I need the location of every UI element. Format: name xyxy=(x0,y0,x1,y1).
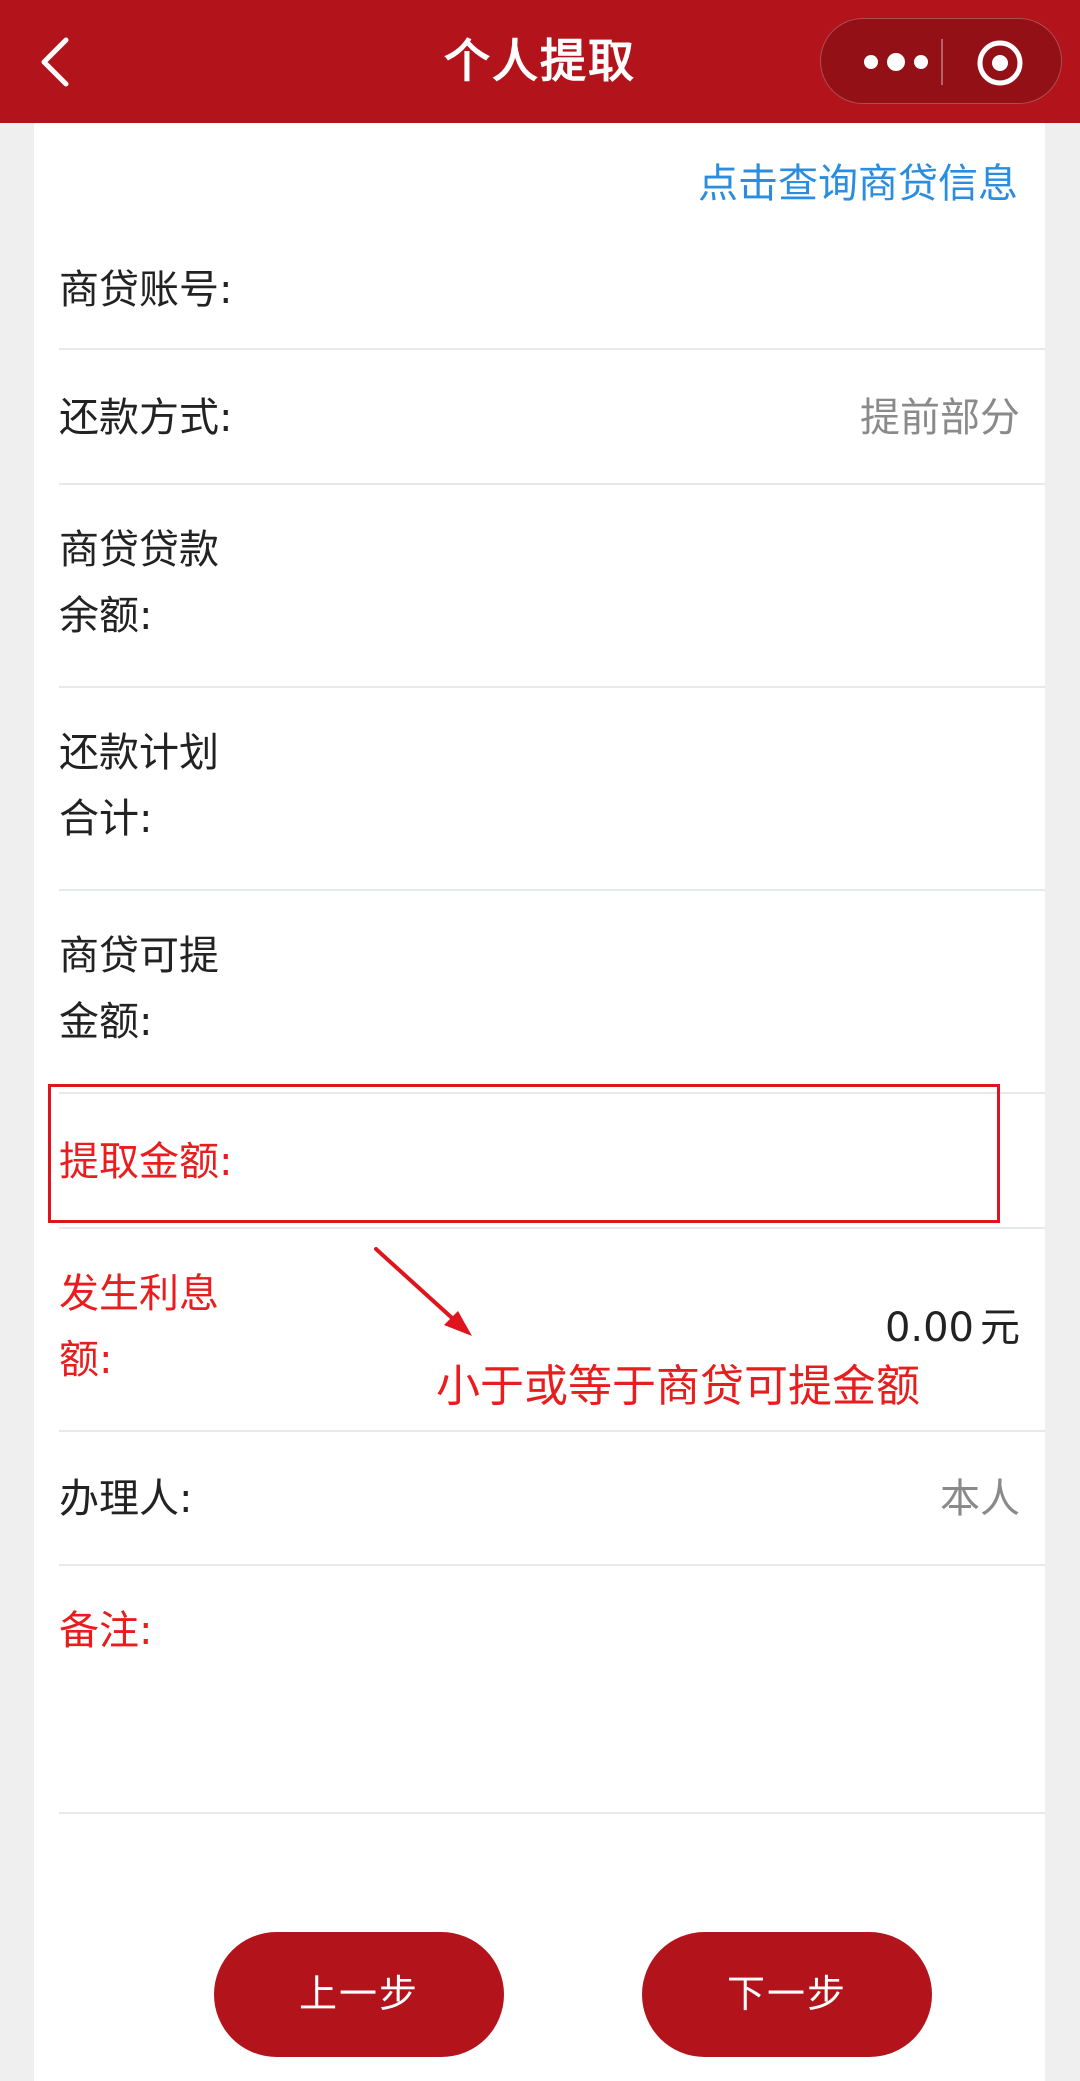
row-handler[interactable]: 办理人: 本人 xyxy=(59,1432,1045,1566)
query-loan-info-link[interactable]: 点击查询商贷信息 xyxy=(698,151,1018,209)
repayment-plan-label-line2: 合计: xyxy=(59,796,153,842)
remarks-label: 备注: xyxy=(59,1608,153,1654)
repayment-plan-label-line1: 还款计划 xyxy=(59,730,219,776)
capsule-divider xyxy=(941,39,943,85)
repayment-method-label: 还款方式: xyxy=(59,395,233,441)
more-dots-icon[interactable] xyxy=(861,49,931,75)
target-circle-icon[interactable] xyxy=(975,38,1025,88)
interest-unit: 元 xyxy=(980,1305,1020,1351)
annotation-arrow-icon xyxy=(374,1247,472,1336)
withdrawable-label-line1: 商贷可提 xyxy=(59,933,219,979)
row-withdrawable-amount[interactable]: 商贷可提 金额: xyxy=(59,891,1045,1094)
annotation-note: 小于或等于商贷可提金额 xyxy=(436,1361,920,1412)
nav-header: 个人提取 xyxy=(0,0,1080,123)
row-loan-balance[interactable]: 商贷贷款 余额: xyxy=(59,485,1045,688)
interest-label-line2: 额: xyxy=(59,1337,113,1383)
repayment-method-value: 提前部分 xyxy=(860,395,1020,441)
withdraw-amount-highlight-box xyxy=(48,1084,1000,1223)
interest-amount: 0.00 xyxy=(884,1305,974,1351)
row-repayment-method[interactable]: 还款方式: 提前部分 xyxy=(59,350,1045,485)
row-remarks[interactable]: 备注: xyxy=(59,1566,1045,1814)
loan-account-label: 商贷账号: xyxy=(59,267,233,313)
next-step-button[interactable]: 下一步 xyxy=(642,1932,932,2057)
row-loan-account[interactable]: 商贷账号: xyxy=(59,227,1045,350)
handler-label: 办理人: xyxy=(59,1476,193,1522)
mini-program-capsule xyxy=(820,18,1062,104)
withdrawable-label-line2: 金额: xyxy=(59,999,153,1045)
handler-value: 本人 xyxy=(940,1476,1020,1522)
interest-label-line1: 发生利息 xyxy=(59,1271,219,1317)
loan-balance-label-line1: 商贷贷款 xyxy=(59,527,219,573)
row-repayment-plan-total[interactable]: 还款计划 合计: xyxy=(59,688,1045,891)
previous-step-button[interactable]: 上一步 xyxy=(214,1932,504,2057)
loan-balance-label-line2: 余额: xyxy=(59,593,153,639)
